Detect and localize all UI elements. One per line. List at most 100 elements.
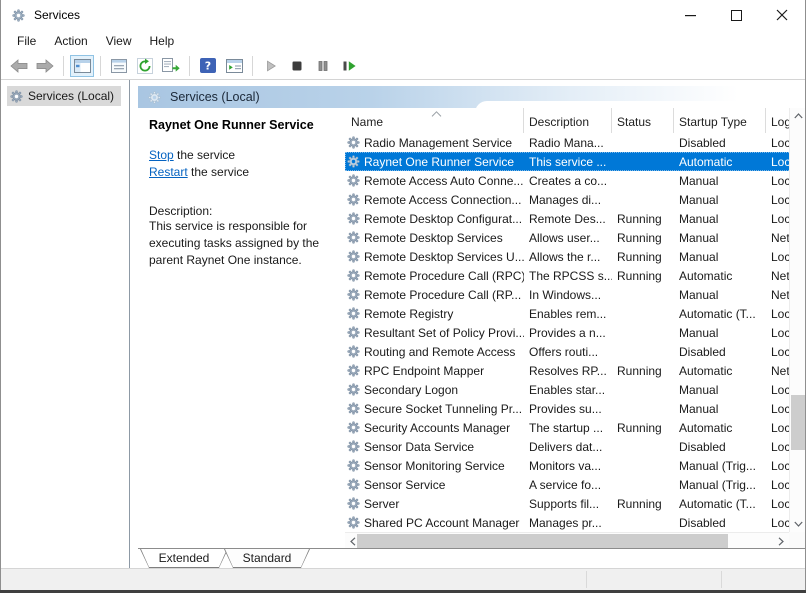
horizontal-scrollbar[interactable] — [345, 532, 789, 548]
table-row[interactable]: Remote Access Connection...Manages di...… — [345, 190, 805, 209]
export-list-button[interactable] — [159, 55, 183, 77]
service-name-cell: Sensor Monitoring Service — [345, 459, 524, 473]
service-status-cell: Running — [612, 212, 674, 226]
service-gear-icon — [347, 155, 360, 168]
console-tree-icon — [74, 59, 91, 73]
minimize-icon — [685, 10, 696, 21]
column-header-description[interactable]: Description — [524, 108, 612, 133]
table-row[interactable]: Secure Socket Tunneling Pr...Provides su… — [345, 399, 805, 418]
show-action-pane-button[interactable] — [222, 55, 246, 77]
table-row[interactable]: Sensor Data ServiceDelivers dat...Disabl… — [345, 437, 805, 456]
stop-service-line: Stop the service — [149, 147, 331, 164]
table-row[interactable]: Remote Procedure Call (RP...In Windows..… — [345, 285, 805, 304]
menu-view[interactable]: View — [97, 32, 141, 50]
service-gear-icon — [347, 174, 360, 187]
service-description-cell: Allows user... — [524, 231, 612, 245]
service-name-cell: Sensor Service — [345, 478, 524, 492]
service-description-cell: A service fo... — [524, 478, 612, 492]
vertical-scrollbar-thumb[interactable] — [791, 395, 805, 450]
service-name-cell: Sensor Data Service — [345, 440, 524, 454]
column-header-startup-type[interactable]: Startup Type — [674, 108, 766, 133]
service-description-cell: Creates a co... — [524, 174, 612, 188]
table-row[interactable]: Security Accounts ManagerThe startup ...… — [345, 418, 805, 437]
service-startup-type-cell: Manual — [674, 383, 766, 397]
table-row[interactable]: Routing and Remote AccessOffers routi...… — [345, 342, 805, 361]
status-bar-divider — [721, 571, 722, 588]
table-row[interactable]: Shared PC Account ManagerManages pr...Di… — [345, 513, 805, 532]
menu-file[interactable]: File — [8, 32, 45, 50]
sort-ascending-icon — [431, 111, 442, 117]
table-row[interactable]: ServerSupports fil...RunningAutomatic (T… — [345, 494, 805, 513]
service-gear-icon — [347, 402, 360, 415]
properties-icon — [111, 59, 127, 73]
service-startup-type-cell: Disabled — [674, 440, 766, 454]
service-name-cell: Secure Socket Tunneling Pr... — [345, 402, 524, 416]
scroll-right-arrow-icon[interactable] — [773, 533, 789, 548]
service-startup-type-cell: Disabled — [674, 136, 766, 150]
close-button[interactable] — [759, 0, 805, 30]
table-row[interactable]: Radio Management ServiceRadio Mana...Dis… — [345, 133, 805, 152]
service-description-cell: Resolves RP... — [524, 364, 612, 378]
stop-service-button[interactable] — [285, 55, 309, 77]
service-startup-type-cell: Manual — [674, 193, 766, 207]
scroll-up-arrow-icon[interactable] — [790, 108, 805, 124]
menu-action[interactable]: Action — [45, 32, 96, 50]
service-gear-icon — [347, 307, 360, 320]
stop-link[interactable]: Stop — [149, 148, 174, 162]
tree-item-services-local[interactable]: Services (Local) — [7, 86, 121, 106]
column-header-status[interactable]: Status — [612, 108, 674, 133]
services-gear-icon — [148, 91, 161, 104]
table-row[interactable]: Remote Procedure Call (RPC)The RPCSS s..… — [345, 266, 805, 285]
service-name-cell: Raynet One Runner Service — [345, 155, 524, 169]
properties-button[interactable] — [107, 55, 131, 77]
title-bar: Services — [1, 0, 805, 30]
start-service-button[interactable] — [259, 55, 283, 77]
window-title: Services — [34, 8, 80, 22]
table-row[interactable]: Remote Desktop Configurat...Remote Des..… — [345, 209, 805, 228]
table-row[interactable]: Remote Desktop ServicesAllows user...Run… — [345, 228, 805, 247]
pane-content: Raynet One Runner Service Stop the servi… — [138, 108, 805, 548]
table-row[interactable]: Remote RegistryEnables rem...Automatic (… — [345, 304, 805, 323]
tab-extended[interactable]: Extended — [140, 549, 228, 568]
service-description-cell: Enables star... — [524, 383, 612, 397]
back-button[interactable] — [7, 55, 31, 77]
service-description-cell: The startup ... — [524, 421, 612, 435]
table-row[interactable]: Secondary LogonEnables star...ManualLoca — [345, 380, 805, 399]
help-button[interactable]: ? — [196, 55, 220, 77]
restart-service-button[interactable] — [337, 55, 361, 77]
table-row[interactable]: Sensor Monitoring ServiceMonitors va...M… — [345, 456, 805, 475]
table-row[interactable]: Resultant Set of Policy Provi...Provides… — [345, 323, 805, 342]
service-name-cell: Remote Access Connection... — [345, 193, 524, 207]
scroll-down-arrow-icon[interactable] — [790, 516, 805, 532]
tab-standard[interactable]: Standard — [224, 549, 310, 568]
menu-help[interactable]: Help — [141, 32, 184, 50]
table-row[interactable]: Remote Access Auto Conne...Creates a co.… — [345, 171, 805, 190]
restart-link[interactable]: Restart — [149, 165, 188, 179]
service-description-cell: Radio Mana... — [524, 136, 612, 150]
minimize-button[interactable] — [667, 0, 713, 30]
table-row[interactable]: RPC Endpoint MapperResolves RP...Running… — [345, 361, 805, 380]
start-service-icon — [265, 60, 277, 72]
service-name-cell: RPC Endpoint Mapper — [345, 364, 524, 378]
table-row[interactable]: Remote Desktop Services U...Allows the r… — [345, 247, 805, 266]
service-name-cell: Secondary Logon — [345, 383, 524, 397]
table-row[interactable]: Sensor ServiceA service fo...Manual (Tri… — [345, 475, 805, 494]
column-header-name[interactable]: Name — [345, 108, 524, 133]
forward-button[interactable] — [33, 55, 57, 77]
table-row[interactable]: Raynet One Runner ServiceThis service ..… — [345, 152, 805, 171]
service-gear-icon — [347, 269, 360, 282]
restart-service-icon — [342, 60, 357, 72]
status-bar-divider — [586, 571, 587, 588]
service-description-cell: In Windows... — [524, 288, 612, 302]
pause-service-button[interactable] — [311, 55, 335, 77]
service-actions: Stop the service Restart the service — [149, 147, 331, 181]
services-gear-icon — [10, 90, 23, 103]
maximize-button[interactable] — [713, 0, 759, 30]
vertical-scrollbar[interactable] — [789, 108, 805, 532]
refresh-button[interactable] — [133, 55, 157, 77]
service-name-cell: Remote Registry — [345, 307, 524, 321]
toolbar-separator — [252, 56, 253, 76]
service-gear-icon — [347, 326, 360, 339]
show-console-tree-button[interactable] — [70, 55, 94, 77]
horizontal-scrollbar-thumb[interactable] — [357, 534, 728, 548]
